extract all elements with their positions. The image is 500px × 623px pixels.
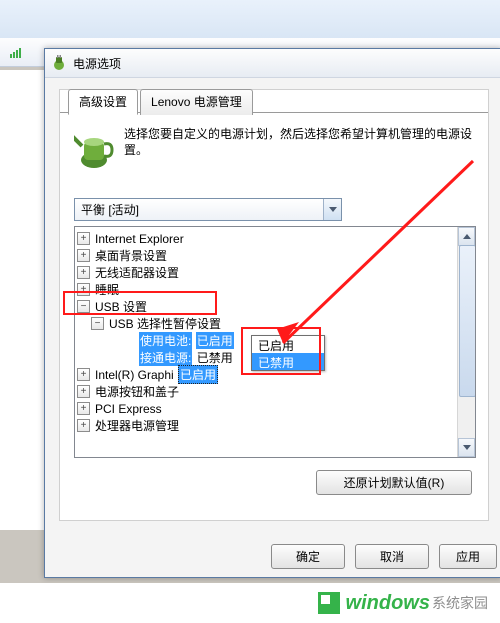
logo-brand: windows	[346, 592, 430, 615]
chevron-down-icon[interactable]	[323, 199, 341, 220]
tab-strip: 高级设置 Lenovo 电源管理	[68, 88, 255, 114]
tab-lenovo[interactable]: Lenovo 电源管理	[140, 89, 253, 115]
intro-row: 选择您要自定义的电源计划，然后选择您希望计算机管理的电源设置。	[74, 126, 474, 170]
browser-toolbar	[0, 0, 500, 39]
tree-item-usb-suspend[interactable]: −USB 选择性暂停设置	[77, 315, 473, 332]
dialog-title: 电源选项	[73, 55, 121, 72]
tree-key-plugged: 接通电源:	[139, 349, 192, 366]
tab-advanced[interactable]: 高级设置	[68, 89, 138, 115]
dropdown-option-disabled[interactable]: 已禁用	[252, 353, 324, 370]
tree-item-power-buttons[interactable]: +电源按钮和盖子	[77, 383, 473, 400]
ok-button[interactable]: 确定	[271, 544, 345, 569]
logo-sub: 系统家园	[432, 593, 488, 613]
tree-val-battery: 已启用	[196, 332, 234, 349]
collapse-icon[interactable]: −	[91, 317, 104, 330]
tree-item-cpu-power[interactable]: +处理器电源管理	[77, 417, 473, 434]
page-background	[0, 70, 45, 530]
value-dropdown[interactable]: 已启用 已禁用	[251, 335, 325, 371]
scroll-thumb[interactable]	[459, 245, 476, 397]
dialog-button-row: 确定 取消 应用	[45, 544, 500, 569]
tree-item-ie[interactable]: +Internet Explorer	[77, 230, 473, 247]
apply-button[interactable]: 应用	[439, 544, 497, 569]
expand-icon[interactable]: +	[77, 266, 90, 279]
dialog-panel: 高级设置 Lenovo 电源管理 选择您要自定义的电源计划，然后选择您希望计算机…	[59, 89, 489, 521]
dropdown-option-enabled[interactable]: 已启用	[252, 336, 324, 353]
expand-icon[interactable]: +	[77, 232, 90, 245]
plan-combobox[interactable]: 平衡 [活动]	[74, 198, 342, 221]
expand-icon[interactable]: +	[77, 402, 90, 415]
collapse-icon[interactable]: −	[77, 300, 90, 313]
scroll-down-button[interactable]	[458, 438, 475, 457]
site-footer: windows 系统家园	[0, 583, 500, 623]
tree-item-wireless[interactable]: +无线适配器设置	[77, 264, 473, 281]
tree-item-pci-express[interactable]: +PCI Express	[77, 400, 473, 417]
tree-item-sleep[interactable]: +睡眠	[77, 281, 473, 298]
scroll-up-button[interactable]	[458, 227, 475, 246]
tree-key-battery: 使用电池:	[139, 332, 192, 349]
restore-defaults-button[interactable]: 还原计划默认值(R)	[316, 470, 472, 495]
wifi-icon	[10, 46, 24, 58]
expand-icon[interactable]: +	[77, 385, 90, 398]
intro-text: 选择您要自定义的电源计划，然后选择您希望计算机管理的电源设置。	[124, 126, 474, 170]
cancel-button[interactable]: 取消	[355, 544, 429, 569]
scrollbar-vertical[interactable]	[457, 227, 475, 457]
tree-item-desktop-bg[interactable]: +桌面背景设置	[77, 247, 473, 264]
expand-icon[interactable]: +	[77, 283, 90, 296]
expand-icon[interactable]: +	[77, 249, 90, 262]
expand-icon[interactable]: +	[77, 419, 90, 432]
logo-icon	[318, 592, 340, 614]
power-options-dialog: 电源选项 高级设置 Lenovo 电源管理 选择您要自定义的电源计划，然后选择您…	[44, 48, 500, 578]
tree-val-plugged: 已禁用	[196, 349, 234, 366]
dialog-titlebar[interactable]: 电源选项	[45, 49, 500, 78]
expand-icon[interactable]: +	[77, 368, 90, 381]
tree-val-graphics: 已启用	[178, 365, 218, 384]
settings-tree: +Internet Explorer +桌面背景设置 +无线适配器设置 +睡眠 …	[74, 226, 476, 458]
watering-can-icon	[74, 126, 114, 170]
power-icon	[51, 55, 67, 71]
plan-value: 平衡 [活动]	[75, 201, 323, 218]
tree-item-usb[interactable]: −USB 设置	[77, 298, 473, 315]
